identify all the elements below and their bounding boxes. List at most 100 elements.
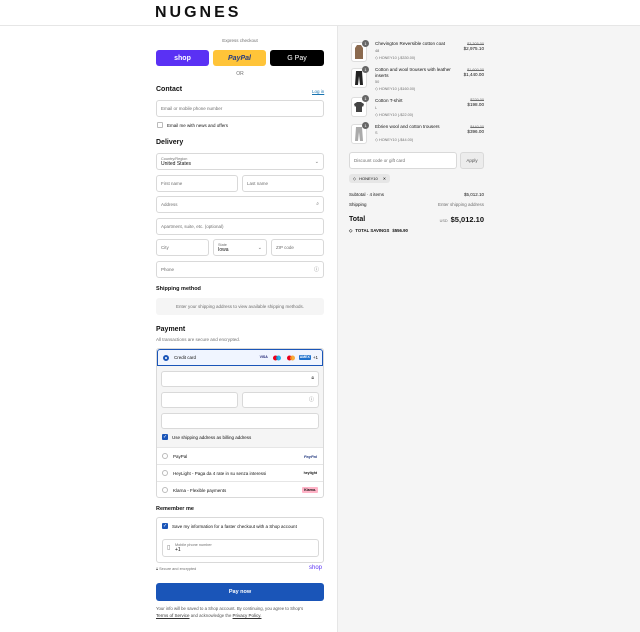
zip-placeholder: ZIP code	[276, 245, 294, 250]
payment-methods-box: Credit card VISA AMEX +1 🔒︎ ⓘ ✓ Use ship…	[156, 348, 324, 498]
chevron-down-icon: ⌄	[314, 159, 319, 165]
state-select[interactable]: State Iowa ⌄	[213, 239, 267, 256]
klarna-radio[interactable]	[162, 487, 168, 493]
brand-logo[interactable]: NUGNES	[155, 4, 241, 22]
item-discount: ◇ HONEY10 (-$22.00)	[375, 112, 413, 117]
phone-icon: ▯	[167, 545, 171, 551]
lock-icon: 🔒︎	[311, 375, 314, 381]
item-discount-code: HONEY10 (-$330.00)	[378, 56, 416, 60]
billing-checkbox[interactable]: ✓	[162, 434, 168, 440]
expiry-field[interactable]	[161, 392, 238, 408]
applied-discount-chip: ◇ HONEY10 ✕	[349, 174, 391, 183]
card-brands: VISA AMEX +1	[259, 355, 322, 361]
security-code-field[interactable]: ⓘ	[242, 392, 319, 408]
mobile-value: +1	[175, 547, 181, 553]
help-icon[interactable]: ⓘ	[309, 396, 314, 403]
lock-icon: 🔒︎	[156, 567, 159, 571]
email-field[interactable]: Email or mobile phone number	[156, 100, 324, 117]
heylight-option[interactable]: HeyLight - Paga da 4 rate in su senza in…	[157, 464, 323, 481]
klarna-label: Klarna - Flexible payments	[173, 487, 227, 493]
remember-heading: Remember me	[156, 506, 194, 512]
city-placeholder: City	[161, 245, 169, 250]
savings-value: $556.90	[392, 228, 408, 233]
shipping-method-heading: Shipping method	[156, 286, 201, 292]
item-name: Cotton T-shirt	[375, 98, 403, 103]
close-icon[interactable]: ✕	[383, 176, 386, 181]
save-info-row[interactable]: ✓ Save my information for a faster check…	[162, 523, 297, 529]
subtotal-label: Subtotal · 4 items	[349, 192, 385, 197]
item-size: 50	[375, 80, 380, 84]
item-price-block: $3,305.00 $2,975.10	[464, 42, 484, 51]
paypal-button[interactable]: PayPal	[213, 50, 266, 66]
product-thumbnail: 1	[351, 122, 369, 144]
email-placeholder: Email or mobile phone number	[161, 106, 223, 111]
terms-link[interactable]: Terms of Service	[156, 613, 190, 618]
zip-field[interactable]: ZIP code	[271, 239, 324, 256]
shop-pay-button[interactable]: shop	[156, 50, 209, 66]
terms-text: Your info will be saved to a Shop accoun…	[156, 606, 304, 611]
address-field[interactable]: Address ⌕	[156, 196, 324, 213]
pay-now-button[interactable]: Pay now	[156, 583, 324, 601]
shipping-label: Shipping	[349, 202, 367, 207]
item-discount-code: HONEY10 (-$22.00)	[378, 113, 414, 117]
paypal-option[interactable]: PayPal PayPal	[157, 447, 323, 464]
item-price-block: $1,600.00 $1,440.00	[464, 68, 484, 77]
chevron-down-icon: ⌄	[257, 245, 262, 251]
item-discount-code: HONEY10 (-$160.00)	[378, 87, 416, 91]
billing-same-label: Use shipping address as billing address	[172, 434, 252, 440]
item-price-block: $440.00 $396.00	[467, 125, 484, 134]
billing-same-row[interactable]: ✓ Use shipping address as billing addres…	[162, 434, 251, 440]
discount-code-field[interactable]: Discount code or gift card	[349, 152, 457, 169]
name-on-card-field[interactable]	[161, 413, 319, 429]
secure-note: 🔒︎ Secure and encrypted	[156, 567, 196, 571]
tag-icon: ◇	[353, 176, 357, 181]
tag-icon: ◇	[375, 113, 378, 117]
first-name-placeholder: First name	[161, 181, 183, 186]
last-name-field[interactable]: Last name	[242, 175, 324, 192]
item-discount-code: HONEY10 (-$44.00)	[378, 138, 414, 142]
mobile-phone-field[interactable]: ▯ Mobile phone number +1	[162, 539, 319, 557]
paypal-radio[interactable]	[162, 453, 168, 459]
card-number-field[interactable]: 🔒︎	[161, 371, 319, 387]
newsletter-checkbox[interactable]	[157, 122, 163, 128]
card-form: 🔒︎ ⓘ ✓ Use shipping address as billing a…	[157, 366, 323, 447]
last-name-placeholder: Last name	[247, 181, 269, 186]
save-info-checkbox[interactable]: ✓	[162, 523, 168, 529]
or-divider: OR	[236, 71, 244, 77]
klarna-logo-icon: Klarna.	[302, 487, 318, 493]
quantity-badge: 1	[362, 95, 369, 102]
product-thumbnail: 1	[351, 66, 369, 88]
item-discount: ◇ HONEY10 (-$160.00)	[375, 86, 415, 91]
country-select[interactable]: Country/Region United States ⌄	[156, 153, 324, 170]
newsletter-row[interactable]: Email me with news and offers	[157, 122, 228, 128]
shop-logo: shop	[309, 565, 323, 571]
tag-icon: ◇	[375, 56, 378, 60]
discount-placeholder: Discount code or gift card	[354, 158, 406, 163]
product-thumbnail: 1	[351, 95, 369, 117]
apply-button[interactable]: Apply	[460, 152, 484, 169]
apartment-field[interactable]: Apartment, suite, etc. (optional)	[156, 218, 324, 235]
total-label: Total	[349, 216, 366, 223]
applied-code-label: HONEY10	[359, 176, 378, 181]
heylight-logo-icon: heylight	[303, 471, 317, 475]
help-icon[interactable]: ⓘ	[314, 266, 319, 273]
credit-card-radio[interactable]	[163, 354, 169, 361]
credit-card-option[interactable]: Credit card VISA AMEX +1	[157, 349, 323, 366]
login-link[interactable]: Log in	[312, 89, 324, 94]
item-name: Cotton and wool trousers with leather in…	[375, 67, 451, 78]
item-price: $198.00	[467, 102, 484, 107]
shipping-message: Enter your shipping address to view avai…	[156, 298, 324, 315]
item-price-block: $220.00 $198.00	[467, 98, 484, 107]
item-price: $396.00	[467, 129, 484, 134]
privacy-link[interactable]: Privacy Policy.	[233, 613, 262, 618]
total-savings: ◇ TOTAL SAVINGS $556.90	[349, 228, 408, 234]
heylight-radio[interactable]	[162, 470, 168, 476]
phone-field[interactable]: Phone ⓘ	[156, 261, 324, 278]
first-name-field[interactable]: First name	[156, 175, 238, 192]
klarna-option[interactable]: Klarna - Flexible payments Klarna.	[157, 481, 323, 498]
city-field[interactable]: City	[156, 239, 209, 256]
total-value: $5,012.10	[450, 215, 484, 224]
google-pay-button[interactable]: G Pay	[270, 50, 324, 66]
payment-subtitle: All transactions are secure and encrypte…	[156, 337, 241, 342]
save-info-label: Save my information for a faster checkou…	[172, 523, 297, 529]
